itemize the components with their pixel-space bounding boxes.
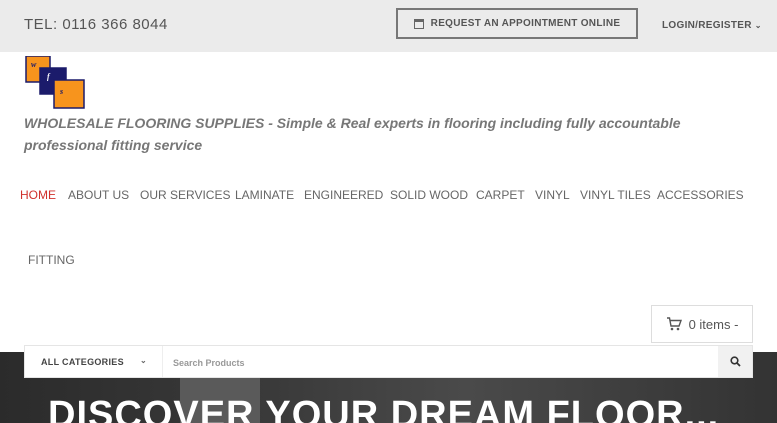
nav-item-about-us[interactable]: ABOUT US bbox=[68, 188, 129, 202]
logo-letter-w: w bbox=[31, 60, 37, 69]
hero-title: DISCOVER YOUR DREAM FLOOR... bbox=[48, 394, 720, 423]
nav-item-fitting[interactable]: FITTING bbox=[28, 253, 75, 267]
request-appointment-button[interactable]: REQUEST AN APPOINTMENT ONLINE bbox=[396, 8, 638, 39]
search-input[interactable] bbox=[165, 346, 725, 379]
login-register-label: LOGIN/REGISTER bbox=[662, 20, 752, 31]
top-bar: TEL: 0116 366 8044 REQUEST AN APPOINTMEN… bbox=[0, 0, 777, 52]
nav-item-laminate[interactable]: LAMINATE bbox=[235, 188, 294, 202]
nav-item-carpet[interactable]: CARPET bbox=[476, 188, 525, 202]
product-search-bar: ALL CATEGORIES ⌄ bbox=[24, 345, 753, 379]
search-button[interactable] bbox=[718, 346, 752, 377]
cart-icon bbox=[666, 317, 682, 331]
chevron-down-icon: ⌄ bbox=[140, 356, 148, 365]
logo-letter-s: s bbox=[59, 87, 63, 96]
login-register-link[interactable]: LOGIN/REGISTER ⌄ bbox=[662, 20, 762, 31]
nav-item-vinyl[interactable]: VINYL bbox=[535, 188, 570, 202]
nav-item-our-services[interactable]: OUR SERVICES bbox=[140, 188, 230, 202]
nav-item-home[interactable]: HOME bbox=[20, 188, 56, 202]
cart-items-label: 0 items - bbox=[688, 316, 739, 332]
nav-item-vinyl-tiles[interactable]: VINYL TILES bbox=[580, 188, 651, 202]
phone-number: TEL: 0116 366 8044 bbox=[24, 16, 168, 33]
nav-item-engineered[interactable]: ENGINEERED bbox=[304, 188, 383, 202]
site-logo[interactable]: w f s bbox=[24, 55, 88, 110]
search-icon bbox=[729, 356, 741, 367]
calendar-icon bbox=[413, 18, 424, 29]
nav-item-solid-wood[interactable]: SOLID WOOD bbox=[390, 188, 468, 202]
category-select-label: ALL CATEGORIES bbox=[41, 356, 124, 367]
cart-button[interactable]: 0 items - bbox=[651, 305, 753, 343]
site-tagline: WHOLESALE FLOORING SUPPLIES - Simple & R… bbox=[24, 115, 681, 153]
request-appointment-label: REQUEST AN APPOINTMENT ONLINE bbox=[430, 18, 621, 29]
nav-item-accessories[interactable]: ACCESSORIES bbox=[657, 188, 744, 202]
category-select[interactable]: ALL CATEGORIES ⌄ bbox=[25, 346, 163, 377]
chevron-down-icon: ⌄ bbox=[754, 21, 762, 30]
